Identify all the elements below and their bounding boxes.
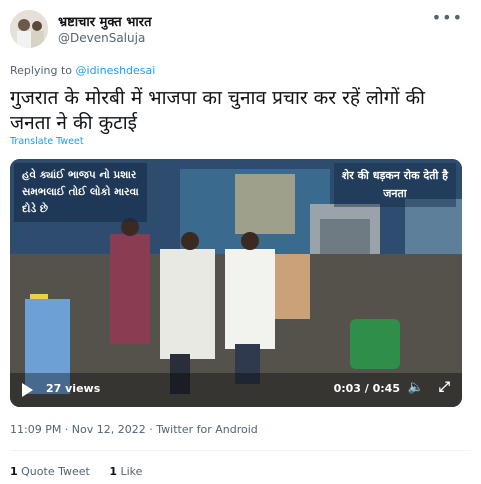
tweet-stats: 1 Quote Tweet 1 Like (10, 465, 158, 478)
likes-stat[interactable]: 1 Like (109, 465, 142, 478)
fullscreen-icon[interactable]: ⤢ (439, 379, 450, 395)
video-caption-left-line1: હવે ક્યાંઈ ભાજપ નો પ્રશાર (22, 169, 137, 181)
author-handle[interactable]: @DevenSaluja (58, 31, 145, 45)
video-caption-right: शेर की धड़कन रोक देती है जनता (333, 163, 456, 207)
replying-to: Replying to @idineshdesai (10, 64, 155, 77)
like-label: Like (117, 465, 143, 478)
video-caption-right-line2: जनता (383, 187, 407, 200)
replying-to-prefix: Replying to (10, 64, 76, 77)
like-count: 1 (109, 465, 117, 478)
quote-tweets-stat[interactable]: 1 Quote Tweet (10, 465, 90, 478)
video-controls: 27 views 0:03 / 0:45 🔈 ⤢ (10, 373, 462, 407)
video-caption-left-line2: સમભલાઈ તોઈ લોકો મારવા (22, 186, 139, 198)
replying-to-link[interactable]: @idineshdesai (76, 64, 156, 77)
view-count: 27 views (46, 382, 101, 395)
video-caption-right-line1: शेर की धड़कन रोक देती है (341, 169, 448, 182)
quote-label: Quote Tweet (17, 465, 90, 478)
avatar[interactable] (10, 10, 48, 48)
video-time: 0:03 / 0:45 (333, 382, 400, 395)
tweet-timestamp[interactable]: 11:09 PM · Nov 12, 2022 · Twitter for An… (10, 423, 258, 436)
translate-tweet-link[interactable]: Translate Tweet (10, 136, 84, 147)
volume-icon[interactable]: 🔈 (408, 380, 424, 395)
video-player[interactable]: હવે ક્યાંઈ ભાજપ નો પ્રશાર સમભલાઈ તોઈ લોક… (10, 159, 462, 407)
video-caption-left-line3: દોડે છે (22, 203, 49, 215)
author-name[interactable]: भ्रष्टाचार मुक्त भारत (58, 12, 151, 30)
tweet-text: गुजरात के मोरबी में भाजपा का चुनाव प्रचा… (10, 87, 425, 134)
divider (10, 450, 471, 451)
more-icon[interactable]: ••• (432, 8, 463, 27)
quote-count: 1 (10, 465, 18, 478)
avatar-image (10, 10, 48, 48)
video-caption-left: હવે ક્યાંઈ ભાજપ નો પ્રશાર સમભલાઈ તોઈ લોક… (14, 163, 147, 222)
play-icon[interactable] (22, 383, 33, 397)
